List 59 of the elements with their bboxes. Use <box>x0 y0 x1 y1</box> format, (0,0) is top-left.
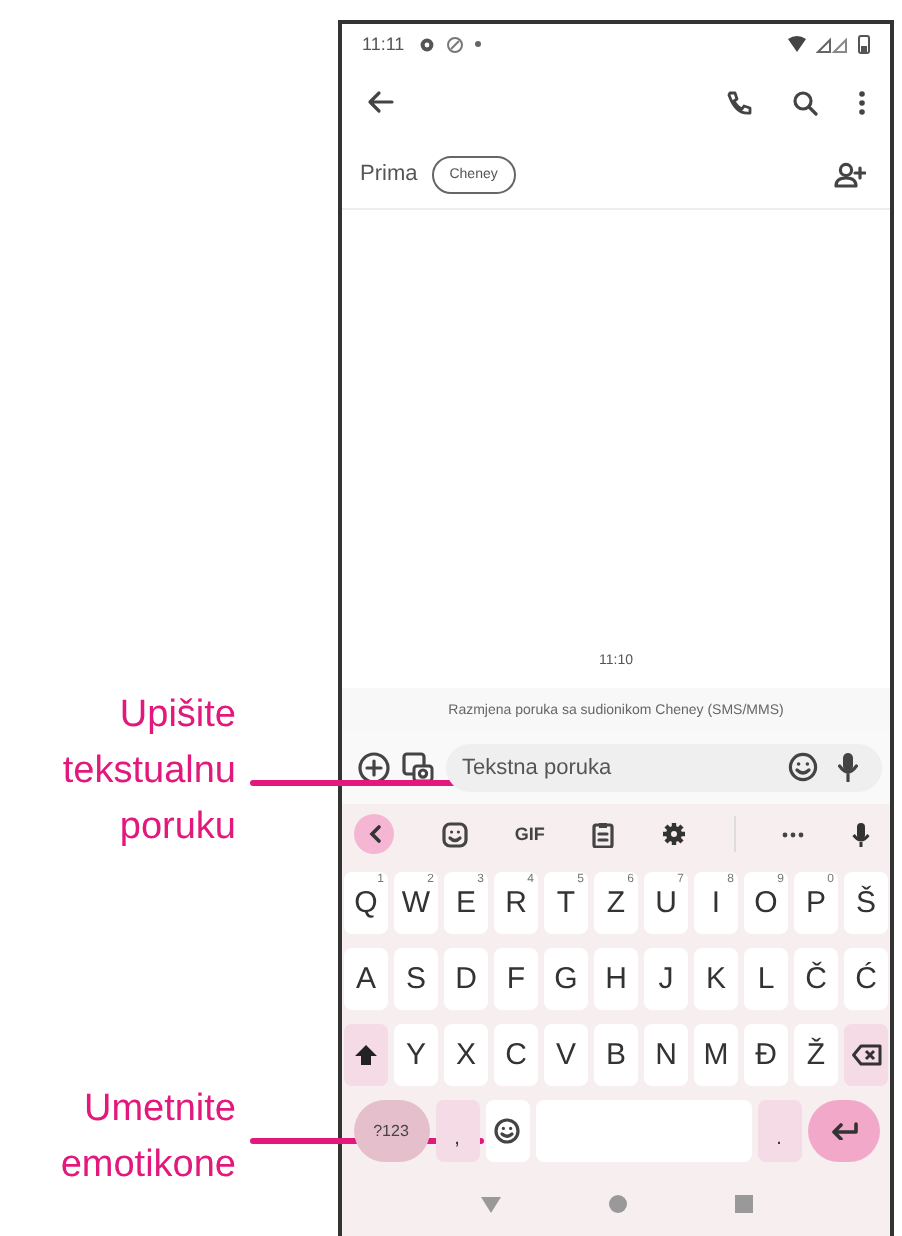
microphone-icon[interactable] <box>838 752 858 782</box>
status-time: 11:11 <box>362 34 405 54</box>
wifi-icon <box>788 36 806 52</box>
dot-icon <box>474 40 483 48</box>
message-input-field[interactable]: Tekstna poruka <box>446 744 882 792</box>
key[interactable]: Č <box>794 947 838 1009</box>
battery-icon <box>858 34 870 54</box>
key[interactable]: X <box>444 1023 488 1085</box>
do-not-disturb-icon <box>446 35 465 53</box>
backspace-icon <box>851 1043 881 1065</box>
callout-text: Umetnite emotikone <box>60 1086 236 1190</box>
emoji-icon[interactable] <box>788 752 818 782</box>
key[interactable]: C <box>494 1023 538 1085</box>
key[interactable]: B <box>594 1023 638 1085</box>
search-icon[interactable] <box>792 89 818 115</box>
sticker-icon[interactable] <box>441 821 468 847</box>
key[interactable]: J <box>644 947 688 1009</box>
key[interactable]: M <box>694 1023 738 1085</box>
shift-icon <box>354 1043 378 1065</box>
key[interactable]: . <box>757 1099 801 1161</box>
recipient-label: Prima <box>360 162 418 186</box>
collapse-button[interactable] <box>354 814 394 854</box>
phone-icon[interactable] <box>726 89 752 115</box>
key[interactable]: Đ <box>744 1023 788 1085</box>
key[interactable]: D <box>444 947 488 1009</box>
key[interactable]: S <box>394 947 438 1009</box>
gif-button[interactable]: GIF <box>514 824 545 844</box>
key[interactable]: L <box>744 947 788 1009</box>
backspace-key[interactable] <box>844 1023 888 1085</box>
microphone-icon[interactable] <box>851 821 870 847</box>
key[interactable]: Š <box>844 871 888 933</box>
more-horizontal-icon[interactable] <box>782 831 805 837</box>
clipboard-icon[interactable] <box>592 821 615 847</box>
emoji-icon <box>494 1117 520 1143</box>
chevron-left-icon <box>367 824 381 844</box>
key[interactable]: V <box>544 1023 588 1085</box>
key[interactable]: F <box>494 947 538 1009</box>
key[interactable]: N <box>644 1023 688 1085</box>
enter-arrow-icon <box>829 1121 857 1139</box>
add-circle-icon[interactable] <box>358 752 390 784</box>
key[interactable]: Ć <box>844 947 888 1009</box>
key[interactable]: K <box>694 947 738 1009</box>
gallery-camera-icon[interactable] <box>402 752 434 784</box>
key[interactable]: , <box>435 1099 479 1161</box>
key[interactable]: A <box>344 947 388 1009</box>
enter-key[interactable] <box>807 1099 879 1161</box>
more-icon[interactable] <box>858 89 866 115</box>
add-person-icon[interactable] <box>834 161 866 187</box>
symbols-key[interactable]: ?123 <box>353 1099 429 1161</box>
back-arrow-icon[interactable] <box>366 90 394 114</box>
signal-icon <box>816 35 848 53</box>
shift-key[interactable] <box>344 1023 388 1085</box>
key[interactable]: Y <box>394 1023 438 1085</box>
settings-icon[interactable] <box>661 822 686 846</box>
key[interactable]: H <box>594 947 638 1009</box>
emoji-key[interactable] <box>485 1099 529 1161</box>
key[interactable]: Ž <box>794 1023 838 1085</box>
callout-text: Upišite tekstualnu poruku <box>62 692 236 852</box>
key[interactable]: G <box>544 947 588 1009</box>
